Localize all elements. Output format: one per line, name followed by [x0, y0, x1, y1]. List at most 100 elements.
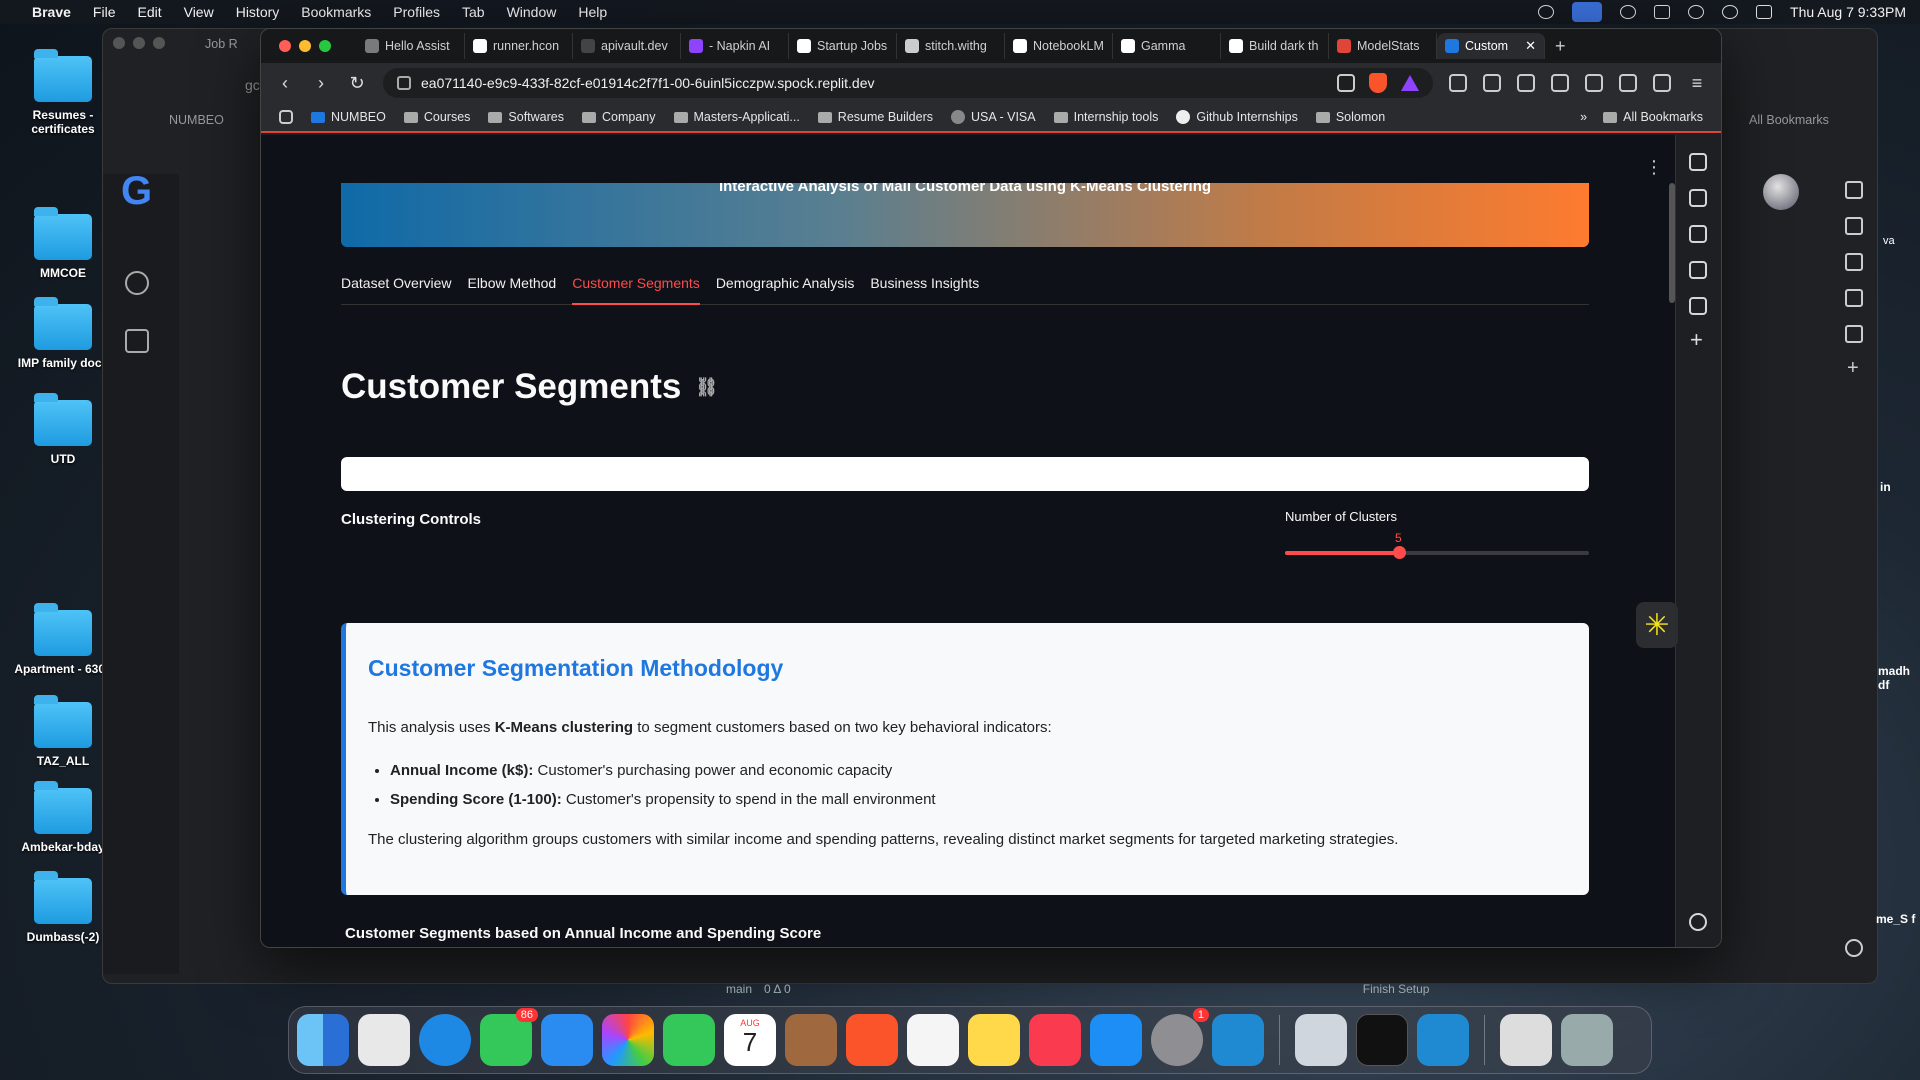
anchor-link-icon[interactable]: ⛓: [695, 377, 718, 398]
terminal-icon[interactable]: [1356, 1014, 1408, 1066]
apps-grid-icon[interactable]: [279, 110, 293, 124]
close-window-button[interactable]: [279, 40, 291, 52]
bookmarks-panel-icon[interactable]: [1689, 261, 1707, 279]
menu-icon[interactable]: ≡: [1687, 73, 1707, 94]
trash-icon[interactable]: [1561, 1014, 1613, 1066]
screenshot-icon[interactable]: [1483, 74, 1501, 92]
brave-browser-icon[interactable]: [846, 1014, 898, 1066]
bg-url-fragment[interactable]: gc: [245, 77, 260, 93]
reading-list-icon[interactable]: [1689, 297, 1707, 315]
settings-icon[interactable]: [1689, 913, 1707, 931]
menu-history[interactable]: History: [236, 4, 280, 20]
slider-thumb[interactable]: [1393, 546, 1406, 559]
bookmark-folder[interactable]: Solomon: [1315, 110, 1385, 124]
contrast-icon[interactable]: [1538, 5, 1555, 19]
menu-app-name[interactable]: Brave: [32, 4, 71, 20]
browser-tab[interactable]: runner.hcon: [465, 33, 573, 59]
finder-icon[interactable]: [297, 1014, 349, 1066]
wifi-icon[interactable]: [1688, 5, 1705, 19]
browser-tab[interactable]: Build dark th: [1221, 33, 1329, 59]
menu-file[interactable]: File: [93, 4, 116, 20]
tab-customer-segments[interactable]: Customer Segments: [572, 275, 700, 305]
menu-window[interactable]: Window: [507, 4, 557, 20]
history-icon[interactable]: [125, 271, 149, 295]
launchpad-icon[interactable]: [358, 1014, 410, 1066]
menu-view[interactable]: View: [184, 4, 214, 20]
all-bookmarks[interactable]: All Bookmarks: [1603, 110, 1703, 124]
browser-tab[interactable]: - Napkin AI: [681, 33, 789, 59]
url-text[interactable]: ea071140-e9c9-433f-82cf-e01914c2f7f1-00-…: [421, 75, 874, 91]
problem-counts[interactable]: 0 Δ 0: [764, 982, 791, 996]
address-bar[interactable]: ea071140-e9c9-433f-82cf-e01914c2f7f1-00-…: [383, 68, 1433, 98]
preview-icon[interactable]: [1295, 1014, 1347, 1066]
browser-window[interactable]: Hello Assist runner.hcon apivault.dev - …: [260, 28, 1722, 948]
vscode-icon[interactable]: [1212, 1014, 1264, 1066]
spotlight-search-icon[interactable]: [1722, 5, 1739, 19]
reminders-icon[interactable]: [907, 1014, 959, 1066]
messages-icon[interactable]: 86: [480, 1008, 538, 1066]
clusters-slider[interactable]: [1285, 546, 1589, 559]
mail-icon[interactable]: [541, 1014, 593, 1066]
media-icon[interactable]: [1845, 217, 1863, 235]
media-icon[interactable]: [1689, 189, 1707, 207]
bg-tab-label[interactable]: Job R: [205, 37, 238, 51]
sidebar-toggle-icon[interactable]: [1585, 74, 1603, 92]
reload-button[interactable]: ↻: [347, 73, 367, 94]
wallet-icon[interactable]: [1845, 253, 1863, 271]
tab-dataset-overview[interactable]: Dataset Overview: [341, 275, 451, 305]
facetime-icon[interactable]: [663, 1014, 715, 1066]
photos-icon[interactable]: [602, 1014, 654, 1066]
wallet-icon[interactable]: [1689, 225, 1707, 243]
browser-tab[interactable]: Startup Jobs: [789, 33, 897, 59]
leo-ai-icon[interactable]: [1845, 181, 1863, 199]
menu-bookmarks[interactable]: Bookmarks: [301, 4, 371, 20]
close-tab-icon[interactable]: ✕: [1525, 38, 1536, 54]
menubar-clock[interactable]: Thu Aug 7 9:33PM: [1790, 4, 1906, 20]
avatar[interactable]: [1763, 174, 1799, 210]
bookmark-folder[interactable]: Company: [582, 110, 656, 124]
branch-name[interactable]: main: [726, 982, 752, 996]
more-options-icon[interactable]: ⋮: [1645, 157, 1663, 178]
browser-tab[interactable]: ModelStats: [1329, 33, 1437, 59]
notes-icon[interactable]: [968, 1014, 1020, 1066]
download-icon[interactable]: [1517, 74, 1535, 92]
google-logo-icon[interactable]: G: [121, 169, 152, 214]
contacts-icon[interactable]: [785, 1014, 837, 1066]
brave-rewards-icon[interactable]: [1401, 75, 1419, 91]
bg-all-bookmarks[interactable]: All Bookmarks: [1749, 113, 1829, 127]
menu-tab[interactable]: Tab: [462, 4, 485, 20]
bg-bookmark[interactable]: NUMBEO: [169, 113, 224, 127]
control-center-icon[interactable]: [1756, 5, 1773, 19]
system-settings-icon[interactable]: 1: [1151, 1008, 1209, 1066]
forward-button[interactable]: ›: [311, 73, 331, 94]
bookmark-folder[interactable]: Resume Builders: [817, 110, 933, 124]
vscode-icon[interactable]: [1417, 1014, 1469, 1066]
settings-icon[interactable]: [1845, 939, 1863, 957]
share-icon[interactable]: [1337, 74, 1355, 92]
more-bookmarks-icon[interactable]: »: [1580, 110, 1587, 124]
tab-demographic-analysis[interactable]: Demographic Analysis: [716, 275, 855, 305]
menu-profiles[interactable]: Profiles: [393, 4, 440, 20]
bookmark-folder[interactable]: Softwares: [488, 110, 564, 124]
music-icon[interactable]: [1029, 1014, 1081, 1066]
replit-agent-icon[interactable]: ✳: [1636, 602, 1678, 648]
bookmark-github-internships[interactable]: Github Internships: [1176, 110, 1298, 124]
wallet-icon[interactable]: [1619, 74, 1637, 92]
calendar-icon[interactable]: AUG 7: [724, 1014, 776, 1066]
add-panel-icon[interactable]: +: [1847, 357, 1859, 380]
bookmark-folder[interactable]: Internship tools: [1053, 110, 1158, 124]
browser-tab-active[interactable]: Custom ✕: [1437, 33, 1545, 59]
tab-business-insights[interactable]: Business Insights: [870, 275, 979, 305]
leo-ai-icon[interactable]: [1689, 153, 1707, 171]
vpn-icon[interactable]: [1653, 74, 1671, 92]
bookmark-folder[interactable]: Courses: [403, 110, 470, 124]
screen-mirroring-icon[interactable]: [1572, 2, 1603, 22]
new-tab-button[interactable]: +: [1555, 36, 1566, 57]
bookmarks-panel-icon[interactable]: [1845, 289, 1863, 307]
battery-icon[interactable]: [1654, 5, 1671, 19]
menu-help[interactable]: Help: [578, 4, 607, 20]
browser-tab[interactable]: Hello Assist: [357, 33, 465, 59]
menu-edit[interactable]: Edit: [137, 4, 161, 20]
brave-shields-icon[interactable]: [1369, 73, 1387, 93]
app-store-icon[interactable]: [1090, 1014, 1142, 1066]
